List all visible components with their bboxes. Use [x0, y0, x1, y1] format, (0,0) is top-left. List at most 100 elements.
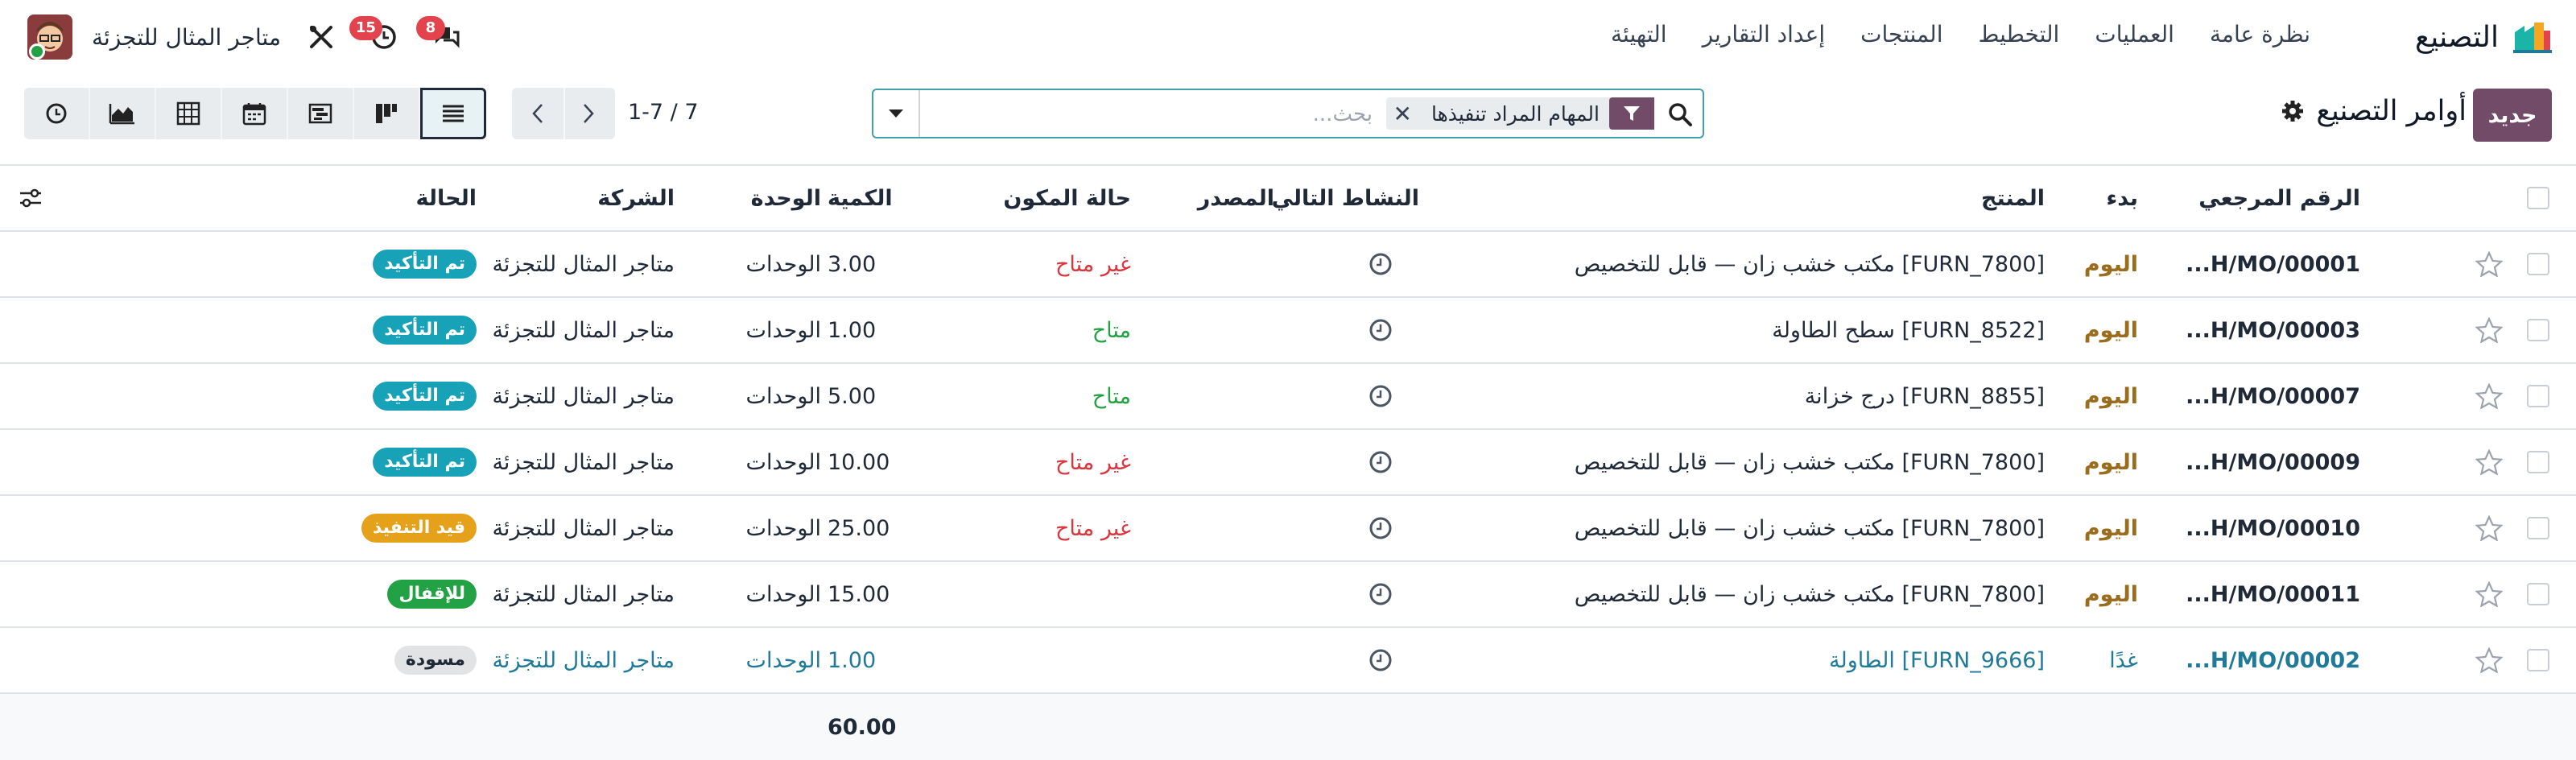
- search-icon[interactable]: [1667, 101, 1693, 127]
- main-menu: نظرة عامة العمليات التخطيط المنتجات إعدا…: [1611, 21, 2310, 48]
- priority-star-icon[interactable]: [2473, 562, 2505, 626]
- user-avatar[interactable]: [27, 14, 72, 60]
- row-component-status: غير متاح: [1055, 449, 1131, 475]
- row-checkbox[interactable]: [2527, 649, 2549, 671]
- gantt-view-button[interactable]: [288, 88, 354, 139]
- activities-clock-icon[interactable]: 15: [349, 16, 402, 55]
- table-row[interactable]: H/MO/00002... غدًا [FURN_9666] الطاولة 1…: [0, 628, 2576, 694]
- column-company[interactable]: الشركة: [597, 166, 675, 230]
- facet-label: المهام المراد تنفيذها: [1430, 101, 1600, 126]
- row-activity-icon[interactable]: [1364, 430, 1397, 494]
- row-quantity: 5.00: [828, 383, 877, 409]
- priority-star-icon[interactable]: [2473, 298, 2505, 362]
- row-company: متاجر المثال للتجزئة: [492, 581, 675, 607]
- column-state[interactable]: الحالة: [415, 166, 477, 230]
- optional-columns-icon[interactable]: [16, 166, 45, 230]
- pivot-table-icon: [176, 101, 200, 126]
- priority-star-icon[interactable]: [2473, 364, 2505, 428]
- column-reference[interactable]: الرقم المرجعي: [2198, 166, 2360, 230]
- pivot-view-button[interactable]: [156, 88, 222, 139]
- priority-star-icon[interactable]: [2473, 232, 2505, 296]
- menu-item-overview[interactable]: نظرة عامة: [2210, 21, 2310, 48]
- row-activity-icon[interactable]: [1364, 496, 1397, 560]
- select-all-checkbox[interactable]: [2527, 187, 2549, 209]
- search-input[interactable]: [938, 98, 1373, 130]
- list-body: H/MO/00001... اليوم [FURN_7800] مكتب خشب…: [0, 232, 2576, 694]
- column-next-activity[interactable]: النشاط التالي: [1272, 166, 1419, 230]
- row-activity-icon[interactable]: [1364, 628, 1397, 692]
- table-row[interactable]: H/MO/00001... اليوم [FURN_7800] مكتب خشب…: [0, 232, 2576, 298]
- activity-view-button[interactable]: [24, 88, 90, 139]
- manufacturing-app-icon: [2513, 23, 2552, 53]
- row-quantity: 15.00: [828, 581, 890, 607]
- search-panel: المهام المراد تنفيذها ✕: [872, 89, 1704, 138]
- kanban-view-button[interactable]: [354, 88, 420, 139]
- row-product: [FURN_8855] درج خزانة: [1804, 383, 2045, 409]
- row-checkbox[interactable]: [2527, 319, 2549, 341]
- row-reference: H/MO/00003...: [2186, 317, 2360, 343]
- column-start[interactable]: بدء: [2106, 166, 2138, 230]
- menu-item-reporting[interactable]: إعداد التقارير: [1703, 21, 1826, 48]
- row-checkbox[interactable]: [2527, 451, 2549, 473]
- list-view-button[interactable]: [420, 88, 486, 139]
- row-select-cell: [2524, 562, 2552, 626]
- priority-star-icon[interactable]: [2473, 430, 2505, 494]
- row-checkbox[interactable]: [2527, 583, 2549, 605]
- column-source[interactable]: المصدر: [1198, 166, 1274, 230]
- row-reference: H/MO/00001...: [2186, 251, 2360, 277]
- row-quantity: 3.00: [828, 251, 877, 277]
- row-uom: الوحدات: [745, 449, 821, 475]
- row-select-cell: [2524, 496, 2552, 560]
- menu-item-operations[interactable]: العمليات: [2095, 21, 2174, 48]
- column-quantity[interactable]: الكمية: [828, 166, 893, 230]
- row-activity-icon[interactable]: [1364, 364, 1397, 428]
- calendar-icon: [242, 103, 266, 126]
- row-quantity: 1.00: [828, 317, 877, 343]
- row-checkbox[interactable]: [2527, 253, 2549, 275]
- search-options-toggle[interactable]: [873, 90, 920, 137]
- list-icon: [443, 105, 464, 122]
- gear-icon[interactable]: [2281, 99, 2305, 123]
- table-row[interactable]: H/MO/00010... اليوم [FURN_7800] مكتب خشب…: [0, 496, 2576, 562]
- priority-star-icon[interactable]: [2473, 496, 2505, 560]
- row-uom: الوحدات: [745, 317, 821, 343]
- row-activity-icon[interactable]: [1364, 562, 1397, 626]
- table-row[interactable]: H/MO/00011... اليوم [FURN_7800] مكتب خشب…: [0, 562, 2576, 628]
- company-switcher[interactable]: متاجر المثال للتجزئة: [92, 24, 281, 51]
- new-button[interactable]: جديد: [2473, 89, 2552, 142]
- table-row[interactable]: H/MO/00009... اليوم [FURN_7800] مكتب خشب…: [0, 430, 2576, 496]
- row-start-date: غدًا: [2109, 647, 2138, 673]
- row-activity-icon[interactable]: [1364, 298, 1397, 362]
- graph-view-button[interactable]: [90, 88, 156, 139]
- column-uom[interactable]: الوحدة: [751, 166, 821, 230]
- row-component-status: غير متاح: [1055, 251, 1131, 277]
- sliders-icon: [20, 188, 41, 208]
- menu-item-planning[interactable]: التخطيط: [1979, 21, 2060, 48]
- facet-remove-icon[interactable]: ✕: [1386, 101, 1421, 127]
- table-row[interactable]: H/MO/00003... اليوم [FURN_8522] سطح الطا…: [0, 298, 2576, 364]
- column-component-status[interactable]: حالة المكون: [1003, 166, 1131, 230]
- gantt-icon: [308, 103, 332, 124]
- messages-chat-icon[interactable]: 8: [415, 16, 464, 55]
- priority-star-icon[interactable]: [2473, 628, 2505, 692]
- pager-previous-button[interactable]: [512, 88, 565, 139]
- calendar-view-button[interactable]: [222, 88, 288, 139]
- tools-icon[interactable]: [303, 19, 339, 55]
- app-brand[interactable]: التصنيع: [2415, 18, 2552, 56]
- table-row[interactable]: H/MO/00007... اليوم [FURN_8855] درج خزان…: [0, 364, 2576, 430]
- row-uom: الوحدات: [745, 647, 821, 673]
- row-uom: الوحدات: [745, 251, 821, 277]
- row-select-cell: [2524, 364, 2552, 428]
- pager-value[interactable]: 1-7 / 7: [628, 100, 699, 125]
- row-checkbox[interactable]: [2527, 517, 2549, 539]
- chevron-left-icon: [532, 104, 543, 123]
- row-select-cell: [2524, 430, 2552, 494]
- menu-item-configuration[interactable]: التهيئة: [1611, 21, 1667, 48]
- column-product[interactable]: المنتج: [1981, 166, 2045, 230]
- row-checkbox[interactable]: [2527, 385, 2549, 407]
- row-activity-icon[interactable]: [1364, 232, 1397, 296]
- pager-next-button[interactable]: [562, 88, 615, 139]
- row-select-cell: [2524, 232, 2552, 296]
- list-header: الرقم المرجعي بدء المنتج النشاط التالي ا…: [0, 164, 2576, 232]
- menu-item-products[interactable]: المنتجات: [1860, 21, 1942, 48]
